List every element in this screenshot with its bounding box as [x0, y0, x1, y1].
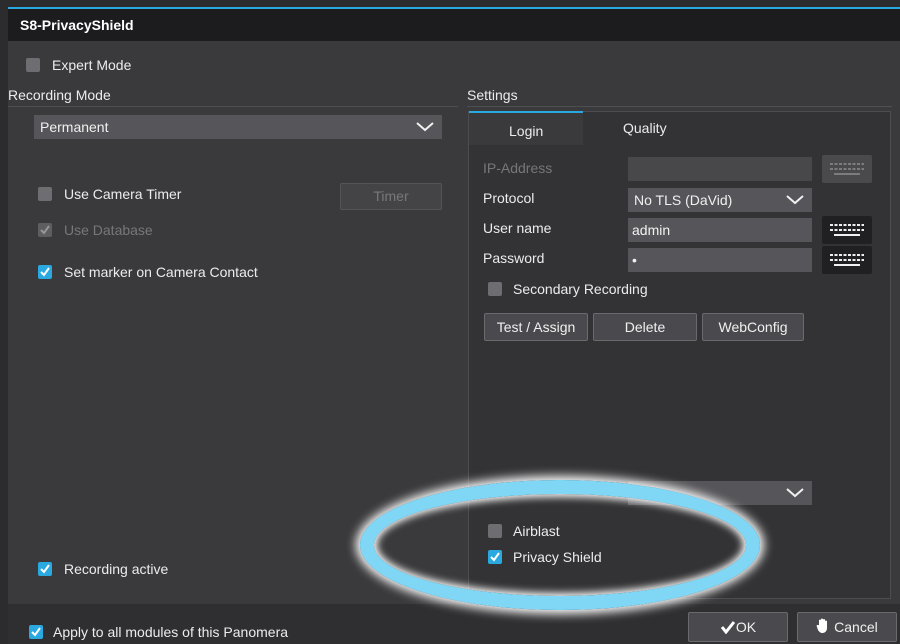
privacy-shield-checkbox[interactable] — [488, 550, 502, 564]
protocol-value: No TLS (DaVid) — [634, 192, 733, 208]
protocol-label: Protocol — [483, 190, 535, 206]
checkmark-icon — [40, 267, 50, 277]
expert-mode-label: Expert Mode — [52, 57, 132, 73]
ip-address-input[interactable] — [628, 157, 812, 181]
keyboard-icon[interactable] — [822, 155, 872, 183]
tab-quality-label: Quality — [623, 120, 667, 136]
settings-label: Settings — [467, 87, 518, 103]
ip-address-label: IP-Address — [483, 160, 553, 176]
recording-mode-label: Recording Mode — [8, 87, 111, 103]
divider — [8, 106, 458, 107]
keyboard-icon[interactable] — [822, 216, 872, 244]
apply-all-checkbox[interactable] — [29, 625, 43, 639]
password-input[interactable]: • — [628, 248, 812, 272]
chevron-down-icon — [416, 122, 434, 132]
checkmark-icon — [720, 621, 736, 635]
secondary-recording-label: Secondary Recording — [513, 281, 648, 297]
checkmark-icon — [40, 564, 50, 574]
tab-login-label: Login — [509, 123, 544, 139]
cancel-label: Cancel — [834, 619, 878, 635]
set-marker-label: Set marker on Camera Contact — [64, 264, 258, 280]
privacy-shield-label: Privacy Shield — [513, 549, 602, 565]
hand-icon — [816, 618, 828, 633]
window-title: S8-PrivacyShield — [20, 17, 134, 33]
timer-button[interactable]: Timer — [340, 183, 442, 210]
ok-button[interactable]: OK — [688, 612, 788, 642]
recording-mode-value: Permanent — [40, 119, 109, 135]
airblast-label: Airblast — [513, 523, 560, 539]
recording-active-checkbox[interactable] — [38, 562, 52, 576]
use-camera-timer-label: Use Camera Timer — [64, 186, 182, 202]
webconfig-button[interactable]: WebConfig — [702, 313, 804, 341]
lower-select[interactable] — [628, 481, 812, 505]
user-name-input[interactable]: admin — [628, 218, 812, 242]
password-label: Password — [483, 250, 545, 266]
chevron-down-icon — [786, 195, 804, 205]
checkmark-icon — [31, 627, 41, 637]
protocol-select[interactable]: No TLS (DaVid) — [628, 188, 812, 212]
divider — [467, 106, 892, 107]
ok-label: OK — [735, 619, 757, 635]
recording-active-label: Recording active — [64, 561, 169, 577]
checkmark-icon — [490, 552, 500, 562]
secondary-recording-checkbox[interactable] — [488, 282, 502, 296]
tab-quality[interactable]: Quality — [583, 111, 708, 145]
use-database-label: Use Database — [64, 222, 153, 238]
keyboard-icon[interactable] — [822, 246, 872, 274]
use-camera-timer-checkbox[interactable] — [38, 187, 52, 201]
chevron-down-icon — [786, 488, 804, 498]
airblast-checkbox[interactable] — [488, 524, 502, 538]
cancel-button[interactable]: Cancel — [797, 612, 897, 642]
test-assign-button[interactable]: Test / Assign — [484, 313, 588, 341]
expert-mode-checkbox[interactable] — [26, 58, 40, 72]
checkmark-icon — [40, 225, 50, 235]
delete-button[interactable]: Delete — [593, 313, 697, 341]
user-name-label: User name — [483, 220, 552, 236]
tab-login[interactable]: Login — [469, 111, 583, 145]
apply-all-label: Apply to all modules of this Panomera — [53, 624, 289, 640]
set-marker-checkbox[interactable] — [38, 265, 52, 279]
window-titlebar: S8-PrivacyShield — [8, 7, 900, 41]
use-database-checkbox[interactable] — [38, 223, 52, 237]
recording-mode-select[interactable]: Permanent — [34, 115, 442, 139]
